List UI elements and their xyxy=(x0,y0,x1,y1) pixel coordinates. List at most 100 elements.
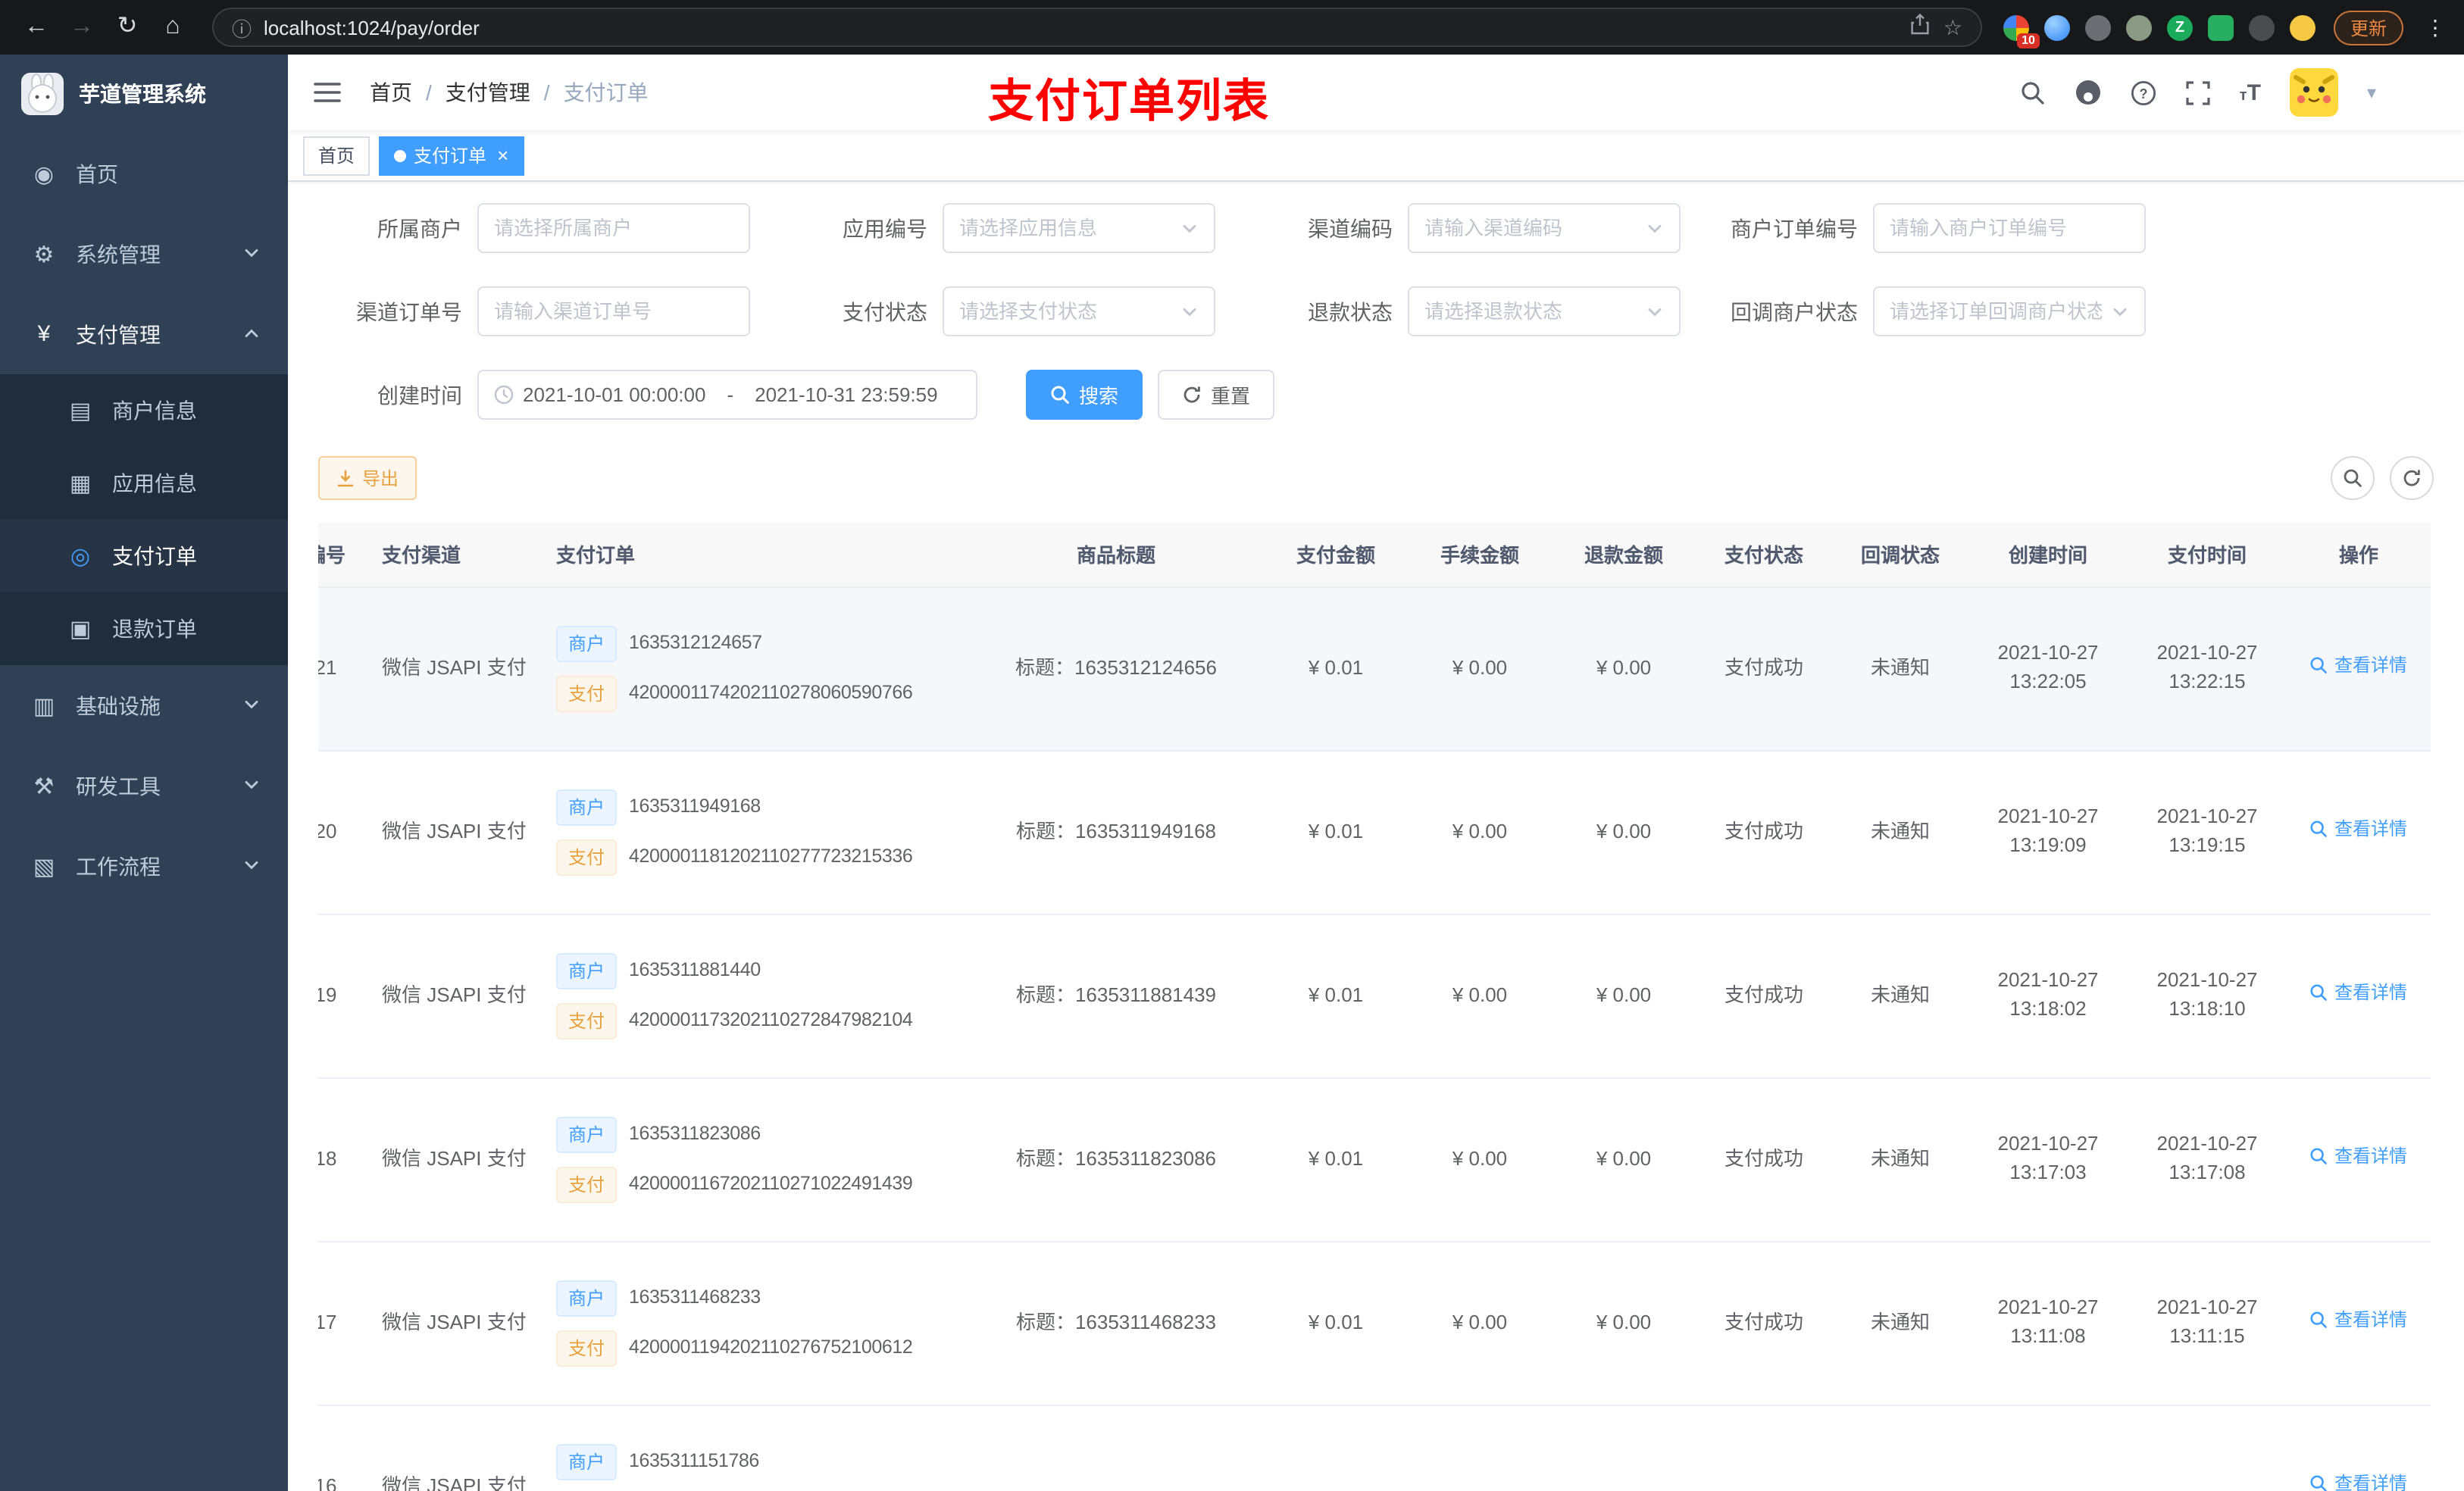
bookmark-star-icon[interactable]: ☆ xyxy=(1943,14,1962,40)
filter-merchant-order-no: 商户订单编号 xyxy=(1714,203,2146,253)
view-detail-link[interactable]: 查看详情 xyxy=(2310,1307,2407,1333)
sidebar-item-system[interactable]: ⚙ 系统管理 xyxy=(0,214,288,294)
hamburger-icon[interactable] xyxy=(312,77,342,108)
sidebar-item-app-info[interactable]: ▦ 应用信息 xyxy=(0,447,288,520)
pay-order-no: 4200001173202110272847982104 xyxy=(629,1009,913,1031)
merchant-tag: 商户 xyxy=(556,952,618,989)
caret-down-icon[interactable]: ▾ xyxy=(2367,82,2376,103)
cell-create-time: 2021-10-27 13:19:09 xyxy=(1968,750,2128,914)
extension-icon[interactable] xyxy=(2084,14,2111,40)
sidebar-item-label: 研发工具 xyxy=(76,774,161,798)
site-info-icon[interactable]: ⓘ xyxy=(232,13,252,42)
briefcase-icon: ▧ xyxy=(33,854,55,880)
extension-icon[interactable] xyxy=(2289,14,2315,40)
active-dot xyxy=(394,149,407,161)
extension-icon[interactable] xyxy=(2248,14,2275,40)
cell-refund: ¥ 0.00 xyxy=(1552,914,1696,1078)
search-icon[interactable] xyxy=(2020,80,2046,105)
merchant-order-no-input[interactable] xyxy=(1890,217,2129,239)
browser-update-button[interactable]: 更新 xyxy=(2333,10,2403,45)
sidebar-item-label: 退款订单 xyxy=(112,617,197,641)
sidebar-item-refund-order[interactable]: ▣ 退款订单 xyxy=(0,592,288,665)
tab-home[interactable]: 首页 xyxy=(303,136,371,175)
cell-notify-status xyxy=(1832,1405,1968,1491)
extension-icon[interactable] xyxy=(2207,14,2234,40)
table-row[interactable]: 20 微信 JSAPI 支付 商户 1635311949168 支付 xyxy=(318,750,2431,914)
pay-status-select[interactable] xyxy=(959,300,1171,323)
sidebar-item-payment[interactable]: ¥ 支付管理 xyxy=(0,294,288,374)
tab-pay-order[interactable]: 支付订单 × xyxy=(379,136,524,175)
column-header: 支付时间 xyxy=(2128,523,2287,587)
sidebar-item-label: 首页 xyxy=(76,161,118,186)
cell-order: 商户 1635312124657 支付 42000011742021102780… xyxy=(544,586,968,751)
sidebar-item-home[interactable]: ◉ 首页 xyxy=(0,133,288,214)
sidebar-item-workflow[interactable]: ▧ 工作流程 xyxy=(0,826,288,906)
refund-status-select[interactable] xyxy=(1424,300,1637,323)
help-icon[interactable]: ? xyxy=(2131,80,2156,105)
export-button[interactable]: 导出 xyxy=(318,456,417,500)
reset-button[interactable]: 重置 xyxy=(1158,370,1275,420)
fullscreen-icon[interactable] xyxy=(2185,80,2211,105)
sidebar-item-label: 基础设施 xyxy=(76,693,161,717)
sidebar-item-infrastructure[interactable]: ▥ 基础设施 xyxy=(0,665,288,746)
close-icon[interactable]: × xyxy=(497,145,508,165)
extension-icon[interactable]: 10 xyxy=(2003,14,2040,48)
cell-pay-time xyxy=(2128,1405,2287,1491)
cell-fee: ¥ 0.00 xyxy=(1408,1077,1552,1242)
view-detail-link[interactable]: 查看详情 xyxy=(2310,816,2407,842)
refresh-icon[interactable] xyxy=(2390,456,2434,500)
cell-channel: 微信 JSAPI 支付 xyxy=(370,750,544,914)
notify-status-select[interactable] xyxy=(1890,300,2102,323)
create-time-range-picker[interactable]: 2021-10-01 00:00:00 - 2021-10-31 23:59:5… xyxy=(477,370,977,420)
url-text[interactable]: localhost:1024/pay/order xyxy=(264,16,1898,39)
cell-title: 标题：1635311823086 xyxy=(968,1077,1264,1242)
user-avatar[interactable] xyxy=(2289,68,2338,117)
owner-merchant-input[interactable] xyxy=(494,217,733,239)
cell-notify-status: 未通知 xyxy=(1832,1077,1968,1242)
extension-icon[interactable] xyxy=(2043,14,2070,40)
view-detail-link[interactable]: 查看详情 xyxy=(2310,652,2407,679)
browser-reload-icon[interactable]: ↻ xyxy=(109,9,145,45)
extension-icon[interactable] xyxy=(2125,14,2152,40)
font-size-icon[interactable]: тT xyxy=(2240,80,2261,105)
cell-fee xyxy=(1408,1405,1552,1491)
breadcrumb-home[interactable]: 首页 xyxy=(370,77,412,108)
cell-order: 商户 1635311881440 支付 42000011732021102728… xyxy=(544,914,968,1078)
share-icon[interactable] xyxy=(1910,12,1931,42)
search-button[interactable]: 搜索 xyxy=(1026,370,1143,420)
column-header: 手续金额 xyxy=(1408,523,1552,587)
sidebar-item-merchant-info[interactable]: ▤ 商户信息 xyxy=(0,374,288,447)
sidebar-item-dev-tools[interactable]: ⚒ 研发工具 xyxy=(0,746,288,826)
table-row[interactable]: 19 微信 JSAPI 支付 商户 1635311881440 支付 xyxy=(318,914,2431,1078)
table-row[interactable]: 17 微信 JSAPI 支付 商户 1635311468233 支付 xyxy=(318,1241,2431,1405)
extension-icon[interactable]: Z xyxy=(2166,14,2193,40)
view-detail-link[interactable]: 查看详情 xyxy=(2310,1143,2407,1170)
view-detail-link[interactable]: 查看详情 xyxy=(2310,980,2407,1006)
cell-refund: ¥ 0.00 xyxy=(1552,750,1696,914)
table-row[interactable]: 21 微信 JSAPI 支付 商户 1635312124657 支付 xyxy=(318,586,2431,751)
main-area: 首页 / 支付管理 / 支付订单 支付订单列表 ? тT ▾ 首页 支付订单 ×… xyxy=(288,55,2464,1491)
sidebar-item-pay-order[interactable]: ◎ 支付订单 xyxy=(0,520,288,592)
address-bar[interactable]: ⓘ localhost:1024/pay/order ☆ xyxy=(212,8,1982,47)
browser-back-icon[interactable]: ← xyxy=(18,9,55,45)
table-row[interactable]: 16 微信 JSAPI 支付 商户 1635311151786 支付 xyxy=(318,1405,2431,1491)
view-detail-link[interactable]: 查看详情 xyxy=(2310,1471,2407,1491)
pay-tag: 支付 xyxy=(556,1166,618,1202)
cell-refund: ¥ 0.00 xyxy=(1552,586,1696,751)
cell-id: 16 xyxy=(318,1405,370,1491)
channel-order-no-input[interactable] xyxy=(494,300,733,323)
table-row[interactable]: 18 微信 JSAPI 支付 商户 1635311823086 支付 xyxy=(318,1077,2431,1242)
toggle-search-icon[interactable] xyxy=(2331,456,2375,500)
grid-icon: ▦ xyxy=(69,471,92,497)
channel-code-select[interactable] xyxy=(1424,217,1637,239)
app-no-select[interactable] xyxy=(959,217,1171,239)
github-icon[interactable] xyxy=(2075,79,2102,106)
cell-channel: 微信 JSAPI 支付 xyxy=(370,586,544,751)
date-start: 2021-10-01 00:00:00 xyxy=(523,383,706,406)
browser-menu-icon[interactable]: ⋮ xyxy=(2425,14,2446,40)
browser-home-icon[interactable]: ⌂ xyxy=(155,9,191,45)
filter-label: 支付状态 xyxy=(843,299,927,324)
clock-icon xyxy=(494,385,514,405)
breadcrumb-section[interactable]: 支付管理 xyxy=(446,77,530,108)
merchant-tag: 商户 xyxy=(556,625,618,661)
